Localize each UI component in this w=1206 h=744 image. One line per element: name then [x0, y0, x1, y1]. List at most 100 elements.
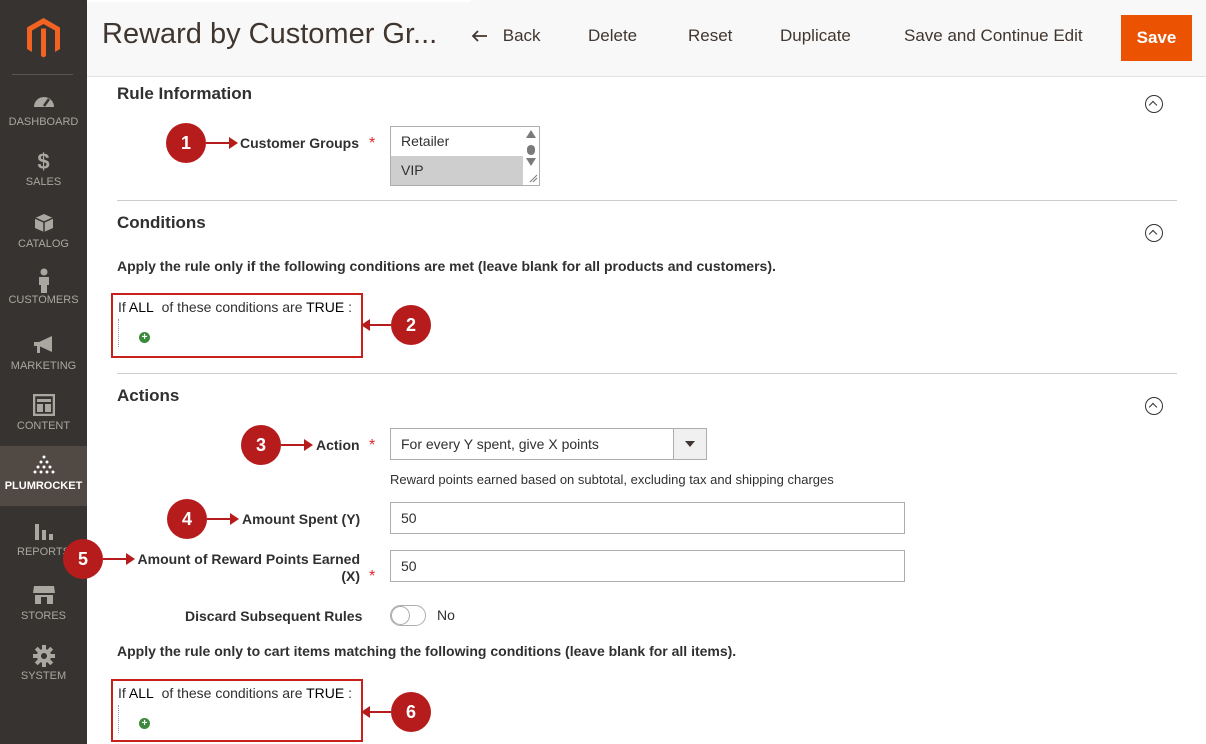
required-mark: *: [369, 135, 376, 152]
callout-badge-2: 2: [391, 305, 431, 345]
cart-conditions-description: Apply the rule only to cart items matchi…: [117, 643, 737, 659]
conditions-tree-box: If ALL of these conditions are TRUE : +: [111, 293, 363, 358]
action-select[interactable]: For every Y spent, give X points: [390, 428, 707, 460]
chevron-down-icon[interactable]: [673, 429, 706, 459]
action-help-text: Reward points earned based on subtotal, …: [390, 472, 834, 487]
back-button[interactable]: Back: [471, 26, 541, 47]
sidebar-item-label: PLUMROCKET: [4, 480, 83, 492]
plumrocket-icon: [0, 454, 87, 478]
add-condition-icon[interactable]: +: [139, 718, 150, 729]
storefront-icon: [0, 584, 87, 608]
action-select-value: For every Y spent, give X points: [401, 436, 599, 452]
tree-line: [118, 705, 119, 733]
sidebar-item-label: CUSTOMERS: [8, 294, 79, 306]
save-and-continue-button[interactable]: Save and Continue Edit: [904, 26, 1083, 46]
callout-arrow-1: [206, 137, 238, 149]
sidebar-item-label: STORES: [20, 610, 67, 622]
callout-arrow-4: [207, 513, 239, 525]
magento-logo[interactable]: [0, 0, 87, 76]
aggregator-toggle[interactable]: ALL: [129, 685, 154, 701]
sidebar-item-catalog[interactable]: CATALOG: [0, 212, 87, 274]
reward-points-label: Amount of Reward Points Earned (X): [130, 551, 360, 585]
magento-logo-icon: [27, 18, 60, 58]
discard-rules-label: Discard Subsequent Rules: [185, 608, 363, 624]
reward-points-label-line1: Amount of Reward Points Earned: [137, 551, 360, 567]
sidebar-item-dashboard[interactable]: DASHBOARD: [0, 90, 87, 152]
sidebar-item-marketing[interactable]: MARKETING: [0, 334, 87, 396]
admin-sidebar: DASHBOARD $ SALES CATALOG CUSTOMERS MARK…: [0, 0, 87, 744]
conditions-statement: If ALL of these conditions are TRUE :: [118, 299, 352, 315]
sidebar-item-label: CATALOG: [18, 238, 69, 250]
layout-icon: [0, 394, 87, 418]
sidebar-item-label: DASHBOARD: [8, 116, 79, 128]
callout-badge-5: 5: [63, 539, 103, 579]
callout-arrow-6: [361, 706, 391, 718]
sidebar-item-sales[interactable]: $ SALES: [0, 150, 87, 212]
sidebar-item-plumrocket[interactable]: PLUMROCKET: [0, 446, 87, 506]
conditions-title: Conditions: [117, 213, 206, 232]
callout-arrow-2: [361, 319, 391, 331]
callout-badge-6: 6: [391, 692, 431, 732]
sidebar-item-system[interactable]: SYSTEM: [0, 644, 87, 706]
box-icon: [0, 212, 87, 236]
value-toggle[interactable]: TRUE: [306, 299, 344, 315]
customer-group-option-retailer[interactable]: Retailer: [391, 127, 523, 156]
back-label: Back: [502, 26, 541, 45]
required-mark: *: [369, 568, 376, 585]
action-label: Action: [316, 437, 360, 453]
resize-grip-icon: [529, 174, 538, 183]
amount-spent-label: Amount Spent (Y): [242, 511, 361, 527]
cart-conditions-statement: If ALL of these conditions are TRUE :: [118, 685, 352, 701]
sidebar-item-label: SALES: [25, 176, 62, 188]
reward-points-label-line2: (X): [341, 568, 360, 584]
sidebar-item-customers[interactable]: CUSTOMERS: [0, 268, 87, 330]
dashboard-icon: [0, 90, 87, 114]
gear-icon: [0, 644, 87, 668]
callout-badge-1: 1: [166, 123, 206, 163]
condition-prefix: If: [118, 299, 126, 315]
condition-suffix: :: [348, 299, 353, 315]
condition-prefix: If: [118, 685, 126, 701]
title-area: [87, 0, 471, 2]
actions-title: Actions: [117, 386, 180, 405]
condition-middle: of these conditions are: [161, 299, 303, 315]
scroll-down-icon: [526, 158, 536, 166]
discard-rules-toggle[interactable]: [390, 605, 426, 626]
value-toggle[interactable]: TRUE: [306, 685, 344, 701]
amount-spent-input[interactable]: 50: [390, 502, 905, 534]
callout-arrow-5: [103, 553, 135, 565]
collapse-icon[interactable]: [1145, 224, 1163, 242]
condition-suffix: :: [348, 685, 353, 701]
sidebar-item-label: CONTENT: [16, 420, 71, 432]
sidebar-item-stores[interactable]: STORES: [0, 584, 87, 646]
collapse-icon[interactable]: [1145, 95, 1163, 113]
megaphone-icon: [0, 334, 87, 358]
logo-divider: [12, 74, 73, 75]
reset-button[interactable]: Reset: [688, 26, 732, 46]
sidebar-item-label: MARKETING: [10, 360, 77, 372]
aggregator-toggle[interactable]: ALL: [129, 299, 154, 315]
callout-arrow-3: [281, 439, 313, 451]
sidebar-item-label: SYSTEM: [20, 670, 67, 682]
callout-badge-4: 4: [167, 499, 207, 539]
discard-rules-value: No: [437, 607, 455, 623]
reward-points-input[interactable]: 50: [390, 550, 905, 582]
arrow-left-icon: [471, 27, 488, 47]
required-mark: *: [369, 437, 376, 454]
condition-middle: of these conditions are: [161, 685, 303, 701]
dollar-icon: $: [37, 149, 50, 174]
save-button[interactable]: Save: [1121, 15, 1192, 61]
multiselect-scrollbar[interactable]: [523, 127, 539, 185]
customer-group-option-vip[interactable]: VIP: [391, 156, 523, 185]
callout-badge-3: 3: [241, 425, 281, 465]
add-condition-icon[interactable]: +: [139, 332, 150, 343]
delete-button[interactable]: Delete: [588, 26, 637, 46]
collapse-icon[interactable]: [1145, 397, 1163, 415]
customer-groups-multiselect[interactable]: Retailer VIP: [390, 126, 540, 186]
page-title: Reward by Customer Gr...: [102, 18, 438, 50]
tree-line: [118, 319, 119, 347]
duplicate-button[interactable]: Duplicate: [780, 26, 851, 46]
cart-conditions-tree-box: If ALL of these conditions are TRUE : +: [111, 679, 363, 742]
scroll-up-icon: [526, 130, 536, 138]
section-divider: [117, 200, 1177, 201]
